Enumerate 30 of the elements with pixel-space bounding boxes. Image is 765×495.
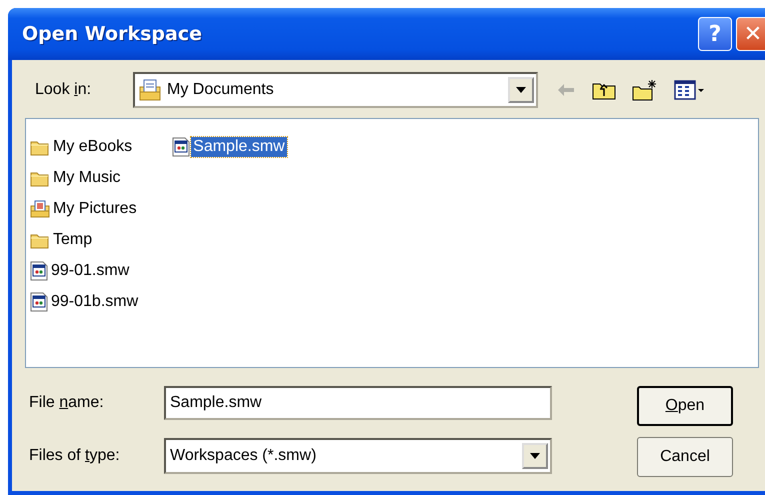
file-item[interactable]: Sample.smw	[172, 131, 287, 162]
file-item[interactable]: 99-01.smw	[30, 255, 140, 286]
file-name[interactable]: 99-01.smw	[49, 260, 132, 280]
workspace-file-icon	[30, 292, 48, 312]
file-name[interactable]: 99-01b.smw	[49, 292, 140, 312]
file-name[interactable]: My eBooks	[51, 136, 134, 156]
workspace-file-icon	[30, 260, 48, 280]
file-name-label: File name:	[28, 394, 105, 412]
pictures-folder-icon	[30, 200, 50, 218]
look-in-dropdown[interactable]: My Documents	[133, 72, 538, 108]
file-item[interactable]: 99-01b.smw	[30, 286, 140, 317]
file-name-field[interactable]: Sample.smw	[164, 386, 552, 420]
file-item[interactable]: My eBooks	[30, 131, 140, 162]
file-type-dropdown[interactable]: Workspaces (*.smw)	[164, 438, 552, 474]
window-title: Open Workspace	[22, 23, 202, 45]
file-name[interactable]: My Music	[51, 168, 123, 188]
look-in-label: Look in:	[34, 81, 92, 99]
documents-folder-icon	[139, 79, 161, 101]
file-item[interactable]: My Music	[30, 162, 140, 193]
new-folder-icon[interactable]	[632, 79, 658, 101]
cancel-button[interactable]: Cancel	[637, 437, 733, 477]
file-type-label: Files of type:	[28, 447, 121, 465]
file-name[interactable]: Temp	[51, 230, 94, 250]
file-item[interactable]: Temp	[30, 224, 140, 255]
file-item[interactable]: My Pictures	[30, 193, 140, 224]
view-menu-icon[interactable]	[674, 80, 704, 100]
file-name[interactable]: My Pictures	[51, 198, 139, 218]
open-button[interactable]: Open	[637, 386, 733, 426]
file-name[interactable]: Sample.smw	[191, 136, 287, 156]
workspace-file-icon	[172, 136, 190, 156]
